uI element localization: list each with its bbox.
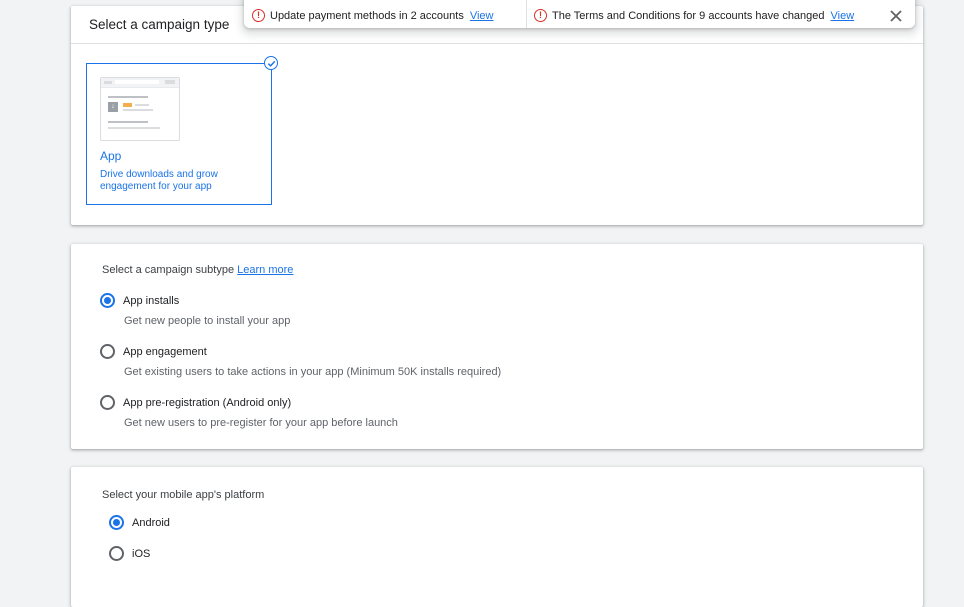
subtype-option-app-installs[interactable]: App installs [100, 293, 179, 308]
radio-unselected[interactable] [109, 546, 124, 561]
notification-text: Update payment methods in 2 accounts [270, 9, 464, 22]
error-icon: ! [252, 9, 265, 22]
learn-more-link[interactable]: Learn more [237, 264, 293, 276]
option-label: Android [132, 516, 170, 529]
notification-text: The Terms and Conditions for 9 accounts … [552, 9, 825, 22]
divider [526, 0, 527, 28]
tile-description: Drive downloads and grow engagement for … [100, 169, 218, 192]
radio-selected[interactable] [100, 293, 115, 308]
tile-title: App [100, 149, 122, 163]
option-label: App pre-registration (Android only) [123, 396, 292, 409]
subtype-label: Select a campaign subtype Learn more [102, 264, 294, 276]
option-label: App engagement [123, 345, 207, 358]
check-circle-icon [264, 56, 278, 70]
radio-unselected[interactable] [100, 395, 115, 410]
platform-option-android[interactable]: Android [109, 515, 170, 530]
platform-label: Select your mobile app's platform [102, 489, 265, 501]
platform-card: Select your mobile app's platform Androi… [71, 467, 923, 607]
app-illustration-icon: ↓ [100, 77, 180, 141]
notification-bar: ! Update payment methods in 2 accounts V… [244, 0, 915, 28]
option-label: iOS [132, 547, 151, 560]
option-description: Get new users to pre-register for your a… [124, 417, 398, 429]
campaign-subtype-card: Select a campaign subtype Learn more App… [71, 244, 923, 449]
view-link[interactable]: View [470, 10, 494, 22]
option-description: Get new people to install your app [124, 315, 291, 327]
notification-terms: ! The Terms and Conditions for 9 account… [534, 9, 854, 22]
option-description: Get existing users to take actions in yo… [124, 366, 502, 378]
notification-payment: ! Update payment methods in 2 accounts V… [252, 9, 494, 22]
option-label: App installs [123, 294, 180, 307]
close-icon[interactable] [888, 8, 904, 24]
error-icon: ! [534, 9, 547, 22]
radio-unselected[interactable] [100, 344, 115, 359]
app-campaign-tile[interactable]: ↓ App Drive downloads and grow engagemen… [86, 63, 272, 205]
campaign-type-title: Select a campaign type [89, 17, 230, 32]
subtype-option-app-pre-registration[interactable]: App pre-registration (Android only) [100, 395, 291, 410]
platform-option-ios[interactable]: iOS [109, 546, 150, 561]
divider [71, 43, 923, 44]
subtype-option-app-engagement[interactable]: App engagement [100, 344, 207, 359]
scrollbar-track[interactable] [959, 0, 964, 587]
radio-selected[interactable] [109, 515, 124, 530]
view-link[interactable]: View [831, 10, 855, 22]
campaign-type-card: Select a campaign type ↓ App Drive downl… [71, 6, 923, 225]
